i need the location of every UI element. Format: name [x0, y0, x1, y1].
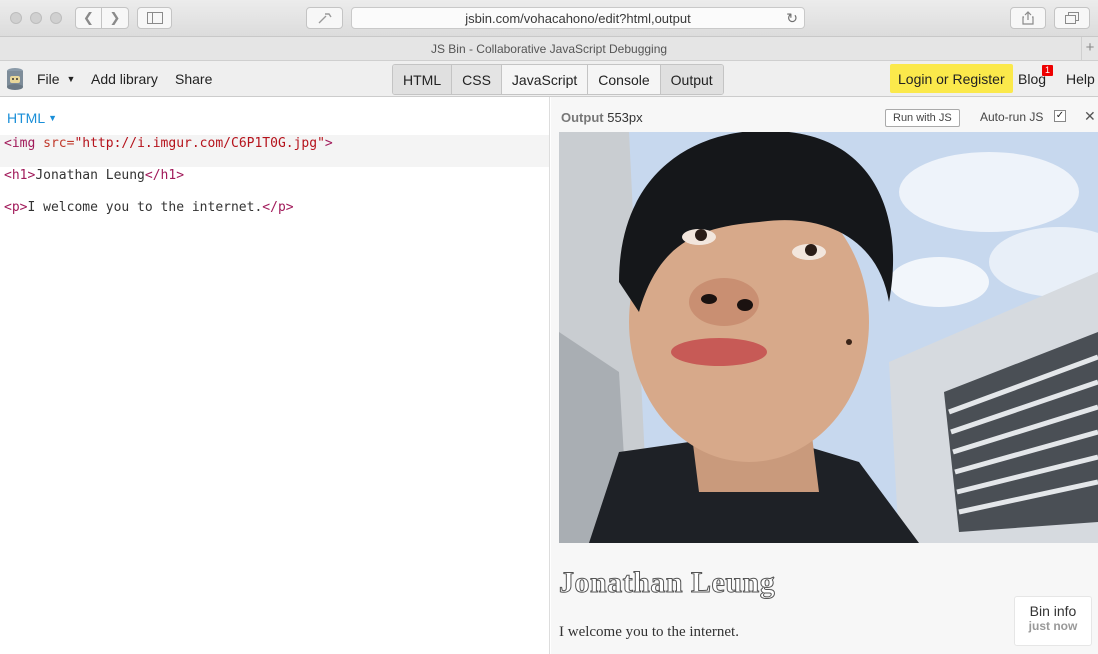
code-string: "http://i.imgur.com/C6P1T0G.jpg"	[74, 136, 325, 151]
chevron-right-icon: ❯	[109, 10, 121, 25]
tab-html[interactable]: HTML	[393, 65, 453, 94]
code-text: Jonathan Leung	[35, 168, 145, 183]
code-area[interactable]: <img src="http://i.imgur.com/C6P1T0G.jpg…	[0, 135, 549, 231]
sidebar-toggle-button[interactable]	[137, 7, 172, 29]
code-tag: >	[324, 136, 333, 151]
share-menu[interactable]: Share	[175, 71, 212, 87]
output-paragraph: I welcome you to the internet.	[559, 624, 739, 640]
run-with-js-button[interactable]: Run with JS	[885, 109, 960, 127]
window-title: JS Bin - Collaborative JavaScript Debugg…	[430, 41, 668, 56]
code-line: <h1>Jonathan Leung</h1>	[0, 167, 549, 199]
tab-javascript[interactable]: JavaScript	[501, 65, 589, 94]
sidebar-icon	[146, 12, 163, 24]
file-menu[interactable]: File ▼	[37, 71, 75, 87]
code-tag: </p>	[262, 200, 294, 215]
close-window-button[interactable]	[10, 12, 22, 24]
chevron-left-icon: ❮	[83, 10, 94, 25]
workspace: HTML ▼ <img src="http://i.imgur.com/C6P1T…	[0, 97, 1098, 654]
output-label: Output	[561, 110, 604, 125]
editor-language-dropdown[interactable]: HTML ▼	[7, 110, 57, 126]
back-button[interactable]: ❮	[75, 7, 102, 29]
hammer-icon	[318, 13, 332, 24]
caret-down-icon: ▼	[66, 74, 76, 84]
output-width: 553px	[607, 110, 643, 125]
file-menu-label: File	[37, 71, 60, 87]
minimize-window-button[interactable]	[30, 12, 42, 24]
code-tag: <h1>	[4, 168, 36, 183]
output-title: Output 553px	[561, 110, 643, 125]
help-link[interactable]: Help	[1066, 71, 1095, 87]
bin-info-title: Bin info	[1029, 603, 1077, 619]
tab-css[interactable]: CSS	[452, 65, 502, 94]
bin-info-widget[interactable]: Bin info just now	[1014, 596, 1092, 646]
panel-toggle-group: HTML CSS JavaScript Console Output	[392, 64, 724, 95]
show-tabs-button[interactable]	[1054, 7, 1090, 29]
share-icon	[1022, 11, 1034, 25]
forward-button[interactable]: ❯	[102, 7, 129, 29]
autorun-checkbox[interactable]: ✓	[1054, 110, 1066, 122]
profile-photo	[559, 132, 1098, 543]
reload-icon[interactable]: ↻	[786, 10, 798, 27]
output-panel: Output 553px Run with JS Auto-run JS ✓ ✕	[551, 97, 1098, 654]
html-editor-panel[interactable]: HTML ▼ <img src="http://i.imgur.com/C6P1T…	[0, 97, 550, 654]
output-header: Output 553px Run with JS Auto-run JS ✓ ✕	[551, 97, 1098, 132]
close-panel-icon[interactable]: ✕	[1084, 108, 1096, 125]
history-nav: ❮ ❯	[75, 7, 129, 29]
blog-notification-badge: 1	[1042, 65, 1054, 76]
new-tab-button[interactable]: +	[1081, 37, 1098, 60]
login-register-button[interactable]: Login or Register	[890, 64, 1013, 93]
jsbin-toolbar: File ▼ Add library Share HTML CSS JavaSc…	[0, 61, 1098, 97]
tab-output[interactable]: Output	[660, 65, 723, 94]
browser-chrome: ❮ ❯ jsbin.com/vohacahono/edit?html,outpu…	[0, 0, 1098, 37]
add-library-button[interactable]: Add library	[91, 71, 158, 87]
url-text: jsbin.com/vohacahono/edit?html,output	[465, 10, 691, 26]
jsbin-logo-icon[interactable]	[6, 67, 24, 91]
extension-button[interactable]	[306, 7, 343, 29]
bin-info-timestamp: just now	[1028, 619, 1078, 633]
code-tag: </h1>	[144, 168, 185, 183]
autorun-label: Auto-run JS	[980, 110, 1044, 124]
share-button[interactable]	[1010, 7, 1046, 29]
code-line: <img src="http://i.imgur.com/C6P1T0G.jpg…	[0, 135, 549, 167]
code-tag: <img	[4, 136, 44, 151]
tab-console[interactable]: Console	[588, 65, 661, 94]
code-attr: src=	[43, 136, 75, 151]
code-tag: <p>	[4, 200, 28, 215]
zoom-window-button[interactable]	[50, 12, 62, 24]
code-line: <p>I welcome you to the internet.</p>	[0, 199, 549, 231]
window-controls	[10, 12, 62, 24]
code-text: I welcome you to the internet.	[27, 200, 263, 215]
tabs-icon	[1065, 12, 1079, 24]
address-bar[interactable]: jsbin.com/vohacahono/edit?html,output ↻	[351, 7, 805, 29]
window-titlebar: JS Bin - Collaborative JavaScript Debugg…	[0, 37, 1098, 61]
checkmark-icon: ✓	[1055, 110, 1065, 121]
editor-language-label: HTML	[7, 110, 46, 126]
caret-down-icon: ▼	[48, 113, 58, 123]
output-heading: Jonathan Leung	[558, 566, 776, 600]
